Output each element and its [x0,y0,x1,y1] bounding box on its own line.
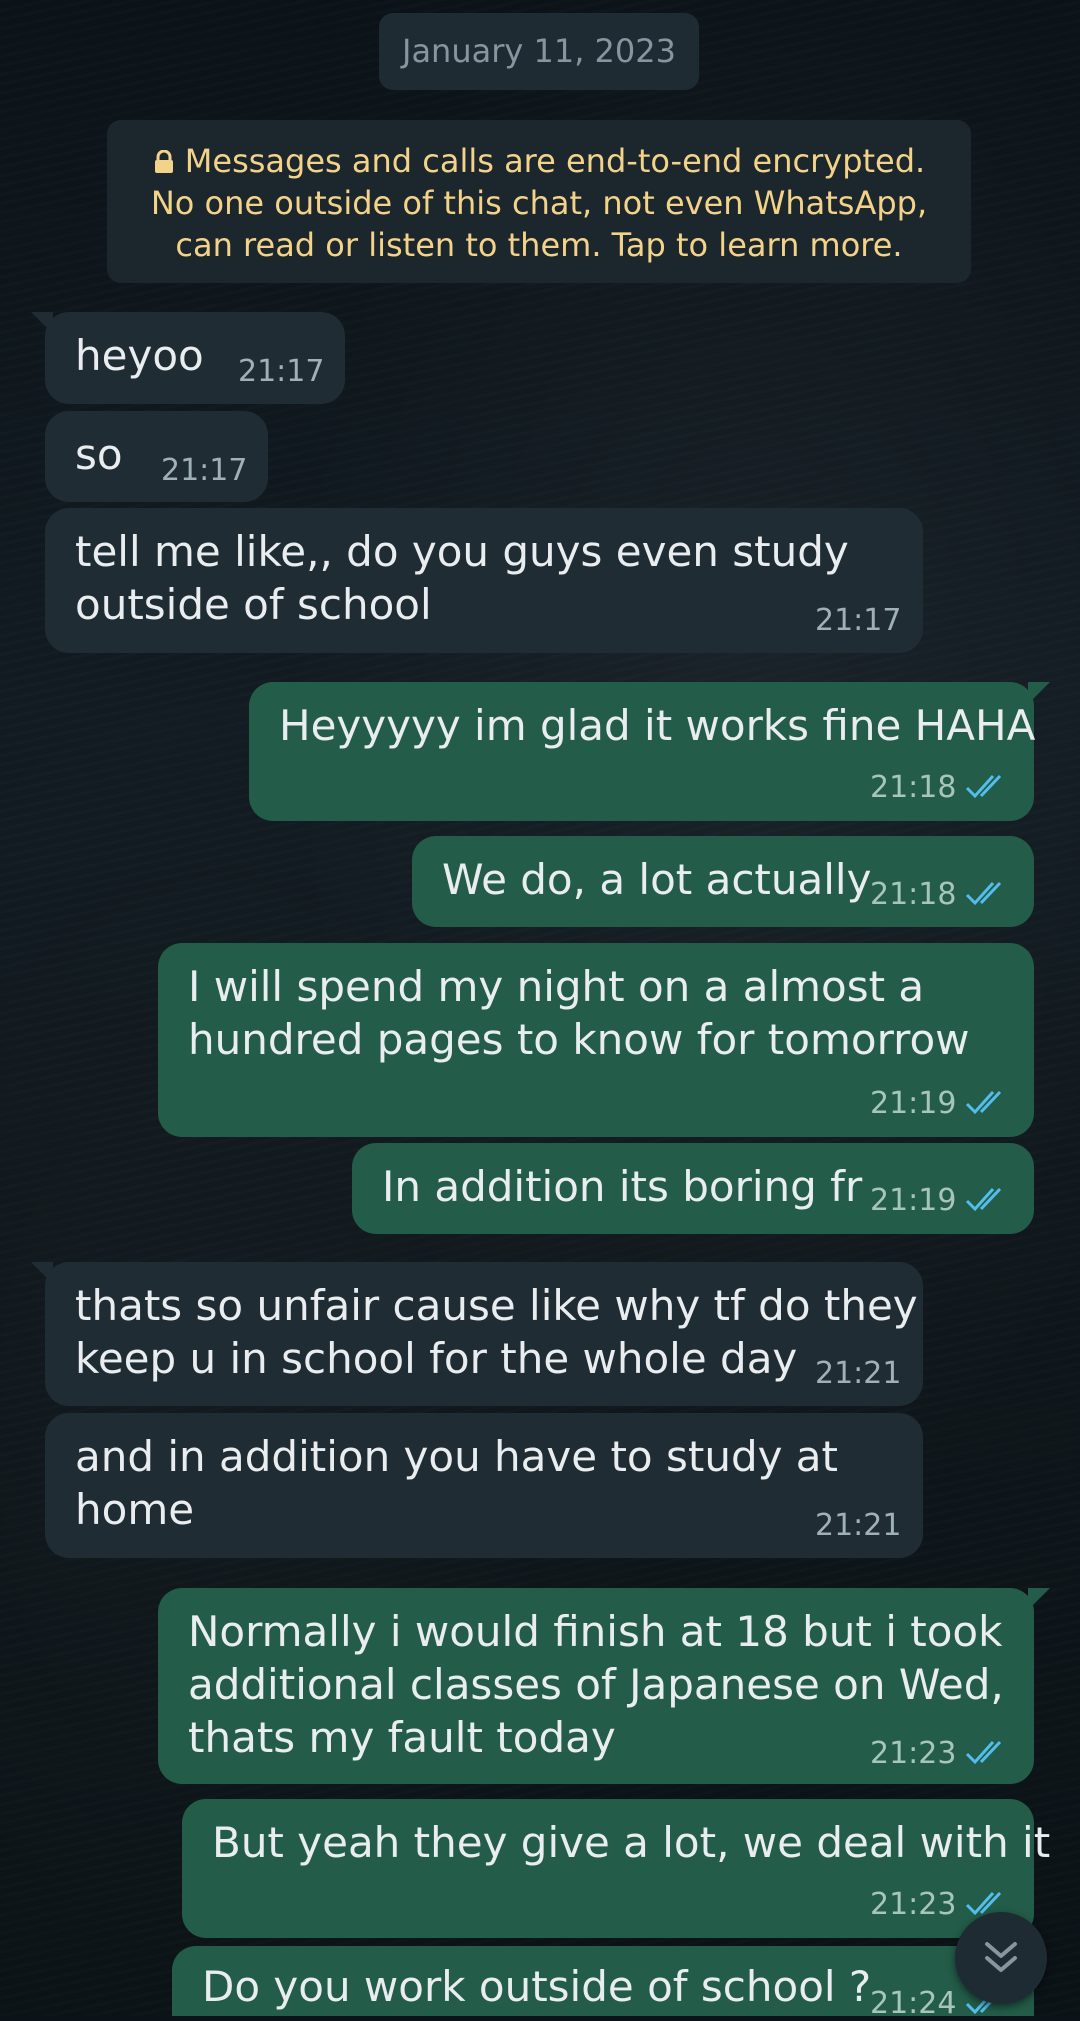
message-text-line: I will spend my night on a almost a [188,962,925,1011]
message-text-line: home [75,1485,195,1534]
date-chip: January 11, 2023 [379,13,699,90]
message-text-line: thats my fault today [188,1713,616,1762]
message-time: 21:18 [870,877,957,912]
scroll-to-bottom-button[interactable] [955,1912,1047,2004]
message-text: heyoo [75,331,204,380]
message-time: 21:17 [238,354,325,389]
message-text-line: thats so unfair cause like why tf do the… [75,1281,918,1330]
message-bubble-outgoing[interactable]: But yeah they give a lot, we deal with i… [182,1799,1050,1938]
read-ticks-icon [965,1090,1002,1115]
message-bubble-outgoing[interactable]: Do you work outside of school ? 21:24 [172,1946,1034,2021]
message-text-line: hundred pages to know for tomorrow [188,1015,970,1064]
message-text: so [75,430,123,479]
lock-icon [154,150,173,173]
message-text-line: Normally i would finish at 18 but i took [188,1607,1003,1656]
message-bubble-outgoing[interactable]: Normally i would finish at 18 but i took… [158,1588,1050,1784]
message-time: 21:19 [870,1086,957,1121]
message-bubble-outgoing[interactable]: Heyyyyy im glad it works fine HAHA 21:18 [249,682,1050,821]
message-bubble-incoming[interactable]: and in addition you have to study at hom… [45,1413,923,1558]
read-ticks-icon [965,1187,1002,1212]
message-text-line: additional classes of Japanese on Wed, [188,1660,1004,1709]
message-time: 21:19 [870,1183,957,1218]
message-text-line: tell me like,, do you guys even study [75,527,849,576]
message-bubble-incoming[interactable]: heyoo 21:17 [31,312,345,404]
message-time: 21:18 [870,770,957,805]
message-time: 21:17 [815,603,902,638]
message-text-line: and in addition you have to study at [75,1432,839,1481]
message-time: 21:21 [815,1356,902,1391]
encryption-notice-line-1: Messages and calls are end-to-end encryp… [184,142,926,180]
message-text-line: outside of school [75,580,432,629]
read-ticks-icon [965,1740,1002,1765]
message-bubble-incoming[interactable]: so 21:17 [45,411,268,502]
message-text: In addition its boring fr [382,1162,863,1211]
message-time: 21:21 [815,1508,902,1543]
encryption-notice-line-3: can read or listen to them. Tap to learn… [175,226,903,264]
message-bubble-outgoing[interactable]: We do, a lot actually 21:18 [412,836,1034,927]
encryption-notice[interactable]: Messages and calls are end-to-end encryp… [107,120,971,283]
message-bubble-outgoing[interactable]: I will spend my night on a almost a hund… [158,943,1034,1137]
message-bubble-incoming[interactable]: thats so unfair cause like why tf do the… [31,1262,923,1406]
message-text: Do you work outside of school ? [202,1962,872,2011]
message-text: Heyyyyy im glad it works fine HAHA [279,701,1036,750]
message-bubble-outgoing[interactable]: In addition its boring fr 21:19 [352,1143,1034,1234]
message-bubble-incoming[interactable]: tell me like,, do you guys even study ou… [45,508,923,653]
read-ticks-icon [965,774,1002,799]
message-time: 21:23 [870,1736,957,1771]
message-text-line: keep u in school for the whole day [75,1334,798,1383]
double-chevron-down-icon [985,1942,1017,1972]
message-text: But yeah they give a lot, we deal with i… [212,1818,1051,1867]
message-text: We do, a lot actually [442,855,872,904]
encryption-notice-line-2: No one outside of this chat, not even Wh… [150,184,928,222]
read-ticks-icon [965,881,1002,906]
message-time: 21:23 [870,1887,957,1922]
message-time: 21:17 [161,453,248,488]
